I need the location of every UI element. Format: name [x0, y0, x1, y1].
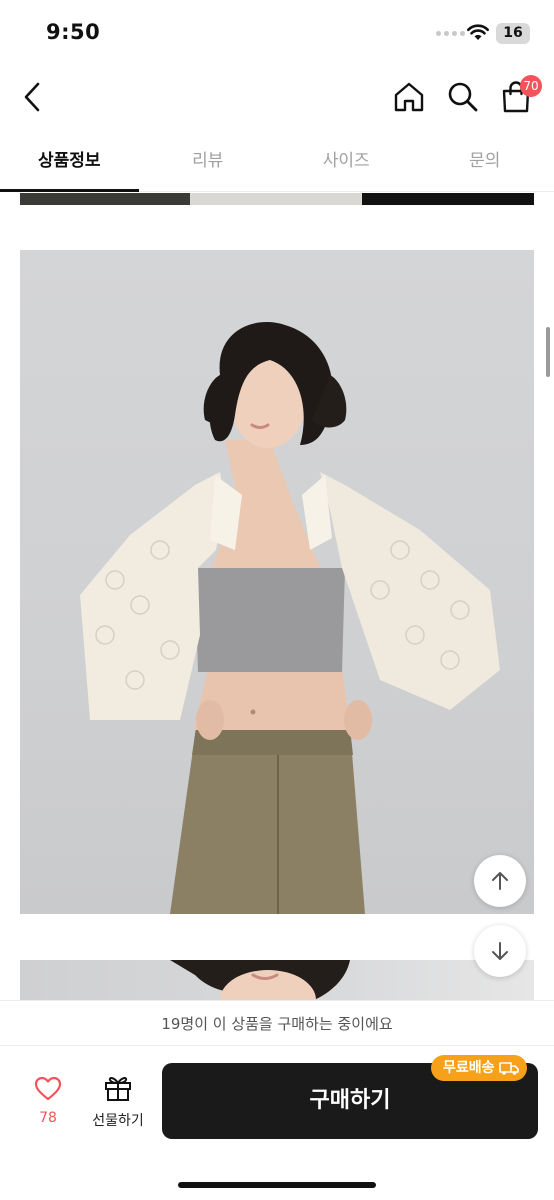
bottom-action-bar: 78 선물하기 구매하기 무료배송 [0, 1046, 554, 1200]
tab-size[interactable]: 사이즈 [277, 134, 416, 191]
status-time: 9:50 [46, 20, 101, 44]
next-product-photo [20, 960, 534, 1000]
status-bar: 9:50 16 [0, 0, 554, 66]
gift-label: 선물하기 [92, 1113, 144, 1129]
scroll-top-button[interactable] [474, 855, 526, 907]
back-icon[interactable] [18, 80, 48, 114]
battery-indicator: 16 [496, 23, 530, 44]
heart-icon [34, 1076, 62, 1101]
tab-reviews[interactable]: 리뷰 [139, 134, 278, 191]
tab-product-info[interactable]: 상품정보 [0, 134, 139, 192]
free-shipping-badge: 무료배송 [431, 1055, 527, 1081]
arrow-up-icon [492, 872, 508, 890]
like-button[interactable]: 78 [26, 1076, 70, 1136]
like-count: 78 [39, 1110, 57, 1126]
search-icon[interactable] [446, 80, 480, 114]
signal-icon [436, 31, 465, 36]
truck-icon [498, 1062, 519, 1075]
arrow-down-icon [492, 942, 508, 960]
product-photo [20, 250, 534, 914]
product-detail-content[interactable] [0, 193, 554, 1000]
previous-product-image [20, 193, 534, 205]
purchasing-now-notice: 19명이 이 상품을 구매하는 중이에요 [0, 1000, 554, 1046]
scrollbar[interactable] [546, 327, 550, 377]
gift-icon [105, 1077, 131, 1101]
product-tabs: 상품정보 리뷰 사이즈 문의 [0, 134, 554, 192]
tab-inquiry[interactable]: 문의 [416, 134, 554, 191]
home-icon[interactable] [392, 80, 426, 114]
top-navigation: 70 [0, 66, 554, 128]
cart-count-badge: 70 [520, 75, 542, 97]
free-shipping-label: 무료배송 [443, 1060, 495, 1076]
scroll-bottom-button[interactable] [474, 925, 526, 977]
wifi-icon [467, 24, 489, 40]
gift-button[interactable]: 선물하기 [84, 1074, 152, 1134]
home-indicator [178, 1182, 376, 1188]
